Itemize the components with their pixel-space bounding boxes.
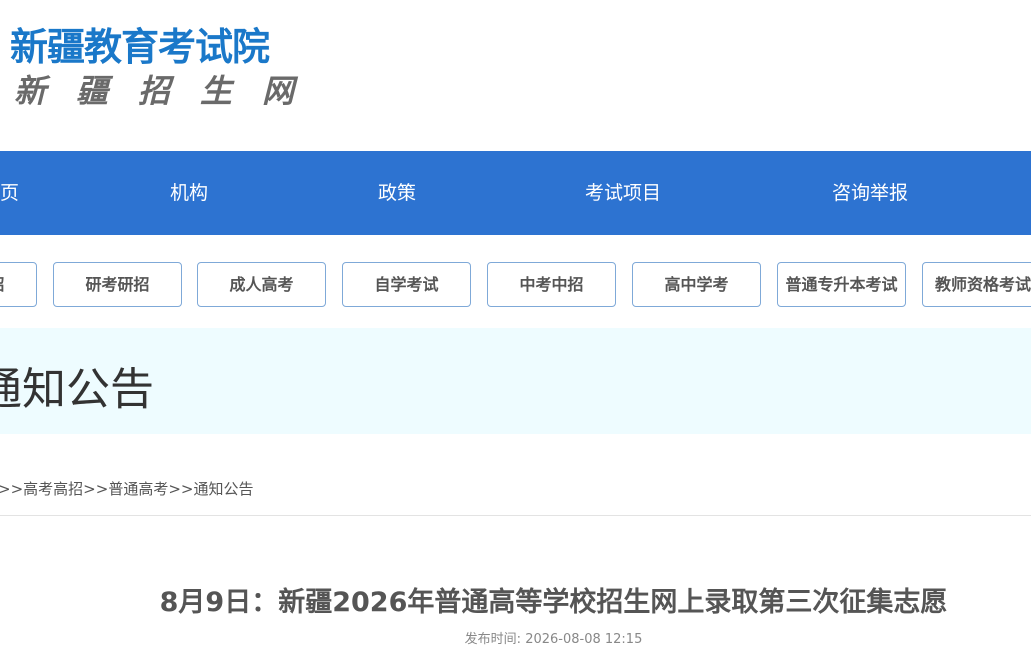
nav-item-home[interactable]: 首页 — [0, 151, 19, 235]
breadcrumb-divider — [0, 515, 1031, 516]
breadcrumb-gaokao[interactable]: 高考高招 — [23, 478, 83, 499]
logo-subtitle: 新疆招生网 — [14, 72, 325, 110]
article-meta: 发布时间: 2026-08-08 12:15 — [0, 628, 1031, 647]
breadcrumb-separator: >> — [83, 480, 109, 498]
article-title: 8月9日：新疆2026年普通高等学校招生网上录取第三次征集志愿 — [159, 587, 948, 618]
category-button-teacher[interactable]: 教师资格考试 — [922, 262, 1031, 307]
category-button-xuekao[interactable]: 高中学考 — [632, 262, 761, 307]
category-button-gaokao[interactable]: 高考高招 — [0, 262, 37, 307]
category-button-zhongkao[interactable]: 中考中招 — [487, 262, 616, 307]
banner-title: 通知公告 — [0, 364, 154, 415]
section-banner: 通知公告 — [0, 328, 1031, 434]
nav-item-policy[interactable]: 政策 — [378, 151, 416, 235]
breadcrumb-separator: >> — [168, 480, 194, 498]
category-button-self-study[interactable]: 自学考试 — [342, 262, 471, 307]
category-button-graduate[interactable]: 研考研招 — [53, 262, 182, 307]
breadcrumb-regular-gaokao[interactable]: 普通高考 — [108, 478, 168, 499]
exam-category-nav: 高考高招 研考研招 成人高考 自学考试 中考中招 高中学考 普通专升本考试 教师… — [0, 235, 1031, 328]
breadcrumb-separator: >> — [0, 480, 24, 498]
publish-label: 发布时间: — [464, 632, 522, 647]
nav-item-exam-projects[interactable]: 考试项目 — [585, 151, 661, 235]
category-button-adult[interactable]: 成人高考 — [197, 262, 326, 307]
breadcrumb: 首页>>高考高招>>普通高考>>通知公告 — [0, 478, 253, 498]
site-header: 新疆教育考试院 新疆招生网 — [0, 0, 1031, 151]
publish-date: 2026-08-08 12:15 — [525, 632, 643, 647]
main-nav: 首页 机构 政策 考试项目 咨询举报 — [0, 151, 1031, 235]
nav-item-consult-report[interactable]: 咨询举报 — [832, 151, 908, 235]
nav-item-institution[interactable]: 机构 — [170, 151, 208, 235]
logo-title[interactable]: 新疆教育考试院 — [10, 16, 270, 71]
breadcrumb-notices[interactable]: 通知公告 — [193, 478, 253, 499]
category-button-upgrade[interactable]: 普通专升本考试 — [777, 262, 906, 307]
